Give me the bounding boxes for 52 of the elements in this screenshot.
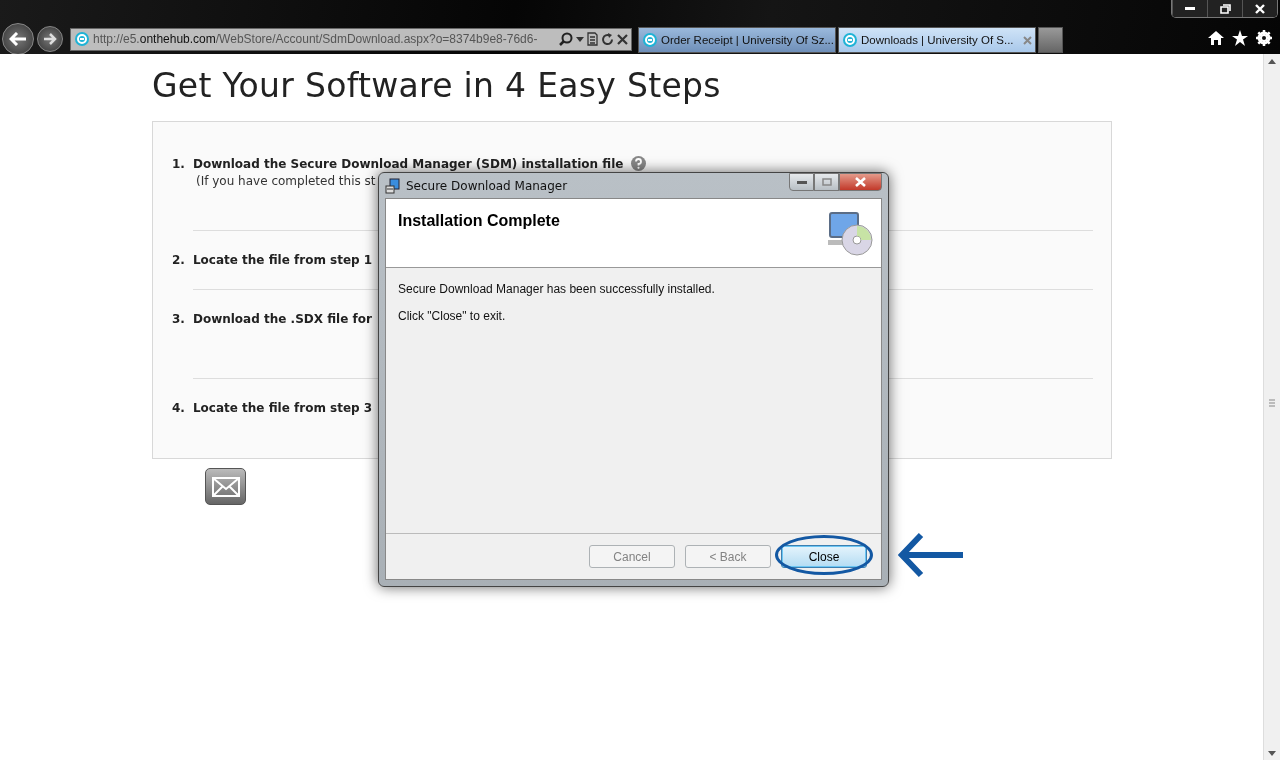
- installer-icon: [385, 177, 401, 194]
- site-logo-icon: [74, 31, 90, 47]
- step-number: 2.: [172, 253, 185, 267]
- site-logo-icon: [642, 32, 658, 48]
- settings-icon[interactable]: [1256, 30, 1272, 46]
- compatibility-view-icon: [587, 32, 598, 46]
- url-text: http://e5.onthehub.com/WebStore/Account/SdmDownload.aspx?o=8374b9e8-76d6-: [93, 32, 539, 46]
- search-icon: [559, 32, 573, 46]
- step-text: Download the .SDX file for: [192, 312, 372, 326]
- home-icon[interactable]: [1208, 30, 1224, 46]
- minimize-icon: [796, 180, 807, 184]
- site-logo-icon: [842, 32, 858, 48]
- computer-disc-icon: [827, 212, 873, 256]
- forward-button[interactable]: [37, 26, 63, 52]
- right-arrow-icon: [43, 33, 57, 45]
- address-bar[interactable]: http://e5.onthehub.com/WebStore/Account/SdmDownload.aspx?o=8374b9e8-76d6-: [70, 27, 632, 51]
- step-text: Locate the file from step 1: [192, 253, 373, 267]
- step-number: 1.: [172, 156, 185, 171]
- minimize-button[interactable]: [1172, 0, 1207, 17]
- minimize-icon: [1185, 7, 1195, 10]
- step-note: (If you have completed this st: [196, 174, 376, 188]
- close-icon: [855, 177, 866, 187]
- close-icon: [1255, 3, 1265, 14]
- envelope-icon: [211, 476, 240, 497]
- maximize-button[interactable]: [814, 173, 839, 191]
- dialog-message: Click "Close" to exit.: [398, 309, 507, 323]
- browser-tab[interactable]: Downloads | University Of S...: [838, 27, 1036, 53]
- step-text: Download the Secure Download Manager (SDM) installation file: [192, 156, 624, 171]
- maximize-icon: [821, 178, 832, 186]
- dialog-heading: Installation Complete: [398, 212, 560, 231]
- step-text: Locate the file from step 3: [192, 401, 373, 415]
- star-icon[interactable]: [1232, 30, 1248, 46]
- step-number: 3.: [172, 312, 185, 326]
- step-number: 4.: [172, 401, 185, 415]
- restore-button[interactable]: [1207, 0, 1242, 17]
- caret-icon: [576, 36, 584, 42]
- left-arrow-icon: [9, 32, 27, 46]
- page-title: Get Your Software in 4 Easy Steps: [152, 66, 722, 105]
- dialog-message: Secure Download Manager has been successfully installed.: [398, 282, 716, 296]
- dialog-title: Secure Download Manager: [406, 178, 568, 193]
- browser-tab[interactable]: Order Receipt | University Of Sz...: [638, 27, 836, 53]
- minimize-button[interactable]: [789, 173, 814, 191]
- dialog-button[interactable]: Close: [781, 545, 867, 568]
- email-button[interactable]: [205, 468, 246, 505]
- restore-icon: [1219, 3, 1231, 14]
- help-icon[interactable]: [631, 156, 647, 171]
- close-icon: [617, 33, 628, 45]
- new-tab-button[interactable]: [1038, 27, 1063, 53]
- left-arrow-icon: [898, 532, 963, 578]
- refresh-icon: [601, 32, 614, 46]
- close-window-button[interactable]: [1242, 0, 1277, 17]
- back-button[interactable]: [2, 23, 34, 55]
